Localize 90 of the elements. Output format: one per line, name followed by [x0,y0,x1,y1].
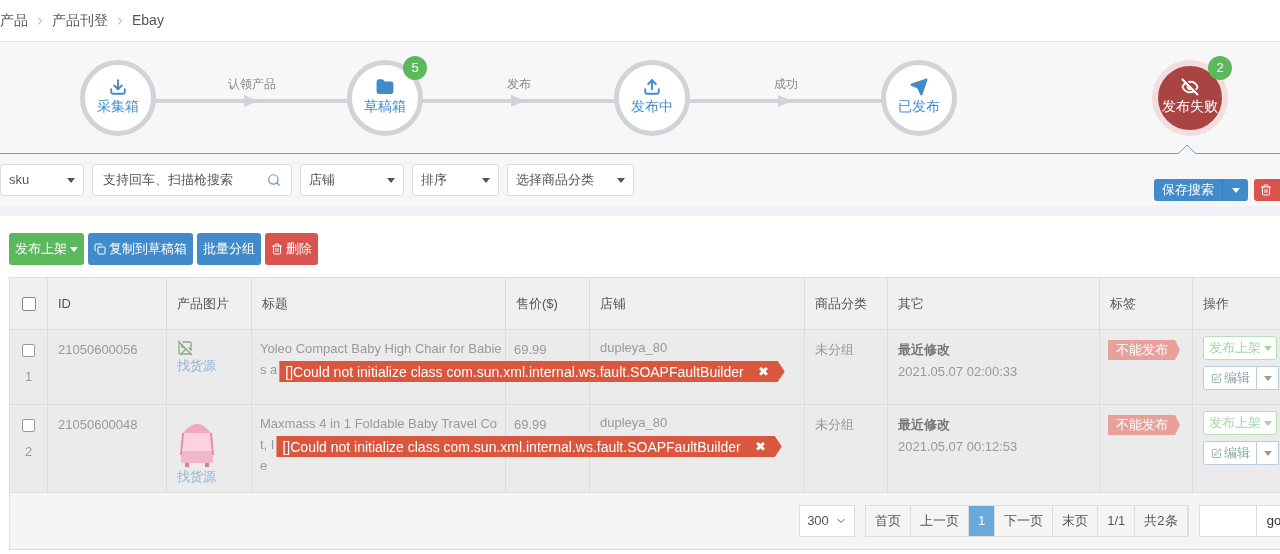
modified-label: 最近修改 [898,416,951,434]
go-button[interactable]: go [1256,505,1280,537]
column-header: 产品图片 [177,294,229,313]
edit-icon [1210,372,1222,384]
table-cell: 69.99 [514,342,547,357]
edit-icon [1210,447,1222,459]
caret-icon [70,246,78,252]
close-icon[interactable]: ✖ [754,437,766,456]
column-header: 商品分类 [815,294,867,313]
column-header: ID [58,294,71,313]
breadcrumb-link[interactable]: Ebay [132,10,164,31]
title-text: e [260,457,269,475]
eye-off-icon [1181,78,1199,96]
broken-image-icon [177,340,193,356]
step-button[interactable]: 采集箱 [80,59,156,136]
table-cell: 未分组 [815,417,854,432]
caret-icon [1231,187,1240,193]
checkbox[interactable] [22,419,35,432]
step-button[interactable]: 已发布 [881,59,957,136]
dropdown-toggle[interactable] [1257,366,1279,390]
table-cell: 未分组 [815,342,854,357]
dropdown-toggle[interactable] [1257,441,1279,465]
page-button[interactable]: 1 [969,506,996,536]
error-tooltip: []Could not initialize class com.sun.xml.internal.ws.fault.SOAPFaultBuilder ✖ [279,361,785,382]
caret-icon [1263,420,1272,426]
table-cell: 21050600056 [58,342,138,357]
count-badge: 5 [403,55,427,80]
action-button[interactable]: 批量分组 [197,233,261,265]
trash-icon [271,243,283,255]
row-number: 2 [24,443,33,461]
table-cell: dupleya_80 [600,415,668,430]
search-icon [267,173,281,187]
title-text: t, I [260,436,275,454]
checkbox[interactable] [22,344,35,357]
caret-icon [67,177,75,183]
search-field[interactable]: 支持回车、扫描枪搜索 [92,164,292,196]
page-input[interactable] [1198,505,1257,537]
table-cell: 69.99 [514,417,547,432]
dropdown[interactable]: 店铺 [300,164,404,196]
upload-icon [643,78,661,96]
column-header: 店铺 [600,294,626,313]
download-icon [109,78,127,96]
folder-icon [376,78,394,96]
status-tag: 不能发布 [1108,340,1180,360]
column-header: 操作 [1203,294,1229,313]
delete-button[interactable] [1254,179,1280,201]
copy-icon [94,243,106,255]
action-button[interactable]: 发布上架 [9,233,84,265]
breadcrumb-link[interactable]: 产品刊登 [52,10,108,31]
title-text: Maxmass 4 in 1 Foldable Baby Travel Co [260,415,497,433]
close-icon[interactable]: ✖ [757,362,769,381]
title-text: s a [260,361,278,379]
column-header: 售价($) [516,294,558,313]
modified-time: 2021.05.07 02:00:33 [898,362,1019,381]
dropdown-toggle[interactable] [1222,179,1248,201]
caret-icon [482,177,490,183]
modified-label: 最近修改 [898,341,951,359]
action-button[interactable]: 删除 [265,233,318,265]
table-cell: dupleya_80 [600,340,668,355]
table-cell: 21050600048 [58,417,138,432]
save-search-button[interactable]: 保存搜索 [1154,179,1222,201]
count-badge: 2 [1208,55,1232,80]
caret-icon [1263,375,1272,381]
checkbox[interactable] [21,296,36,311]
dropdown[interactable]: 排序 [412,164,499,196]
edit-button[interactable]: 编辑 [1203,366,1257,390]
search-input[interactable]: 支持回车、扫描枪搜索 [103,170,267,190]
action-button[interactable]: 复制到草稿箱 [88,233,193,265]
status-tag: 不能发布 [1108,415,1180,435]
modified-time: 2021.05.07 00:12:53 [898,437,1019,456]
dropdown[interactable]: sku [0,164,84,196]
column-header: 其它 [898,294,924,313]
connector-label: 发布 [506,75,531,93]
edit-button[interactable]: 编辑 [1203,441,1257,465]
connector-label: 成功 [773,75,798,93]
paper-plane-icon [910,78,928,96]
dropdown[interactable]: 选择商品分类 [507,164,634,196]
column-header: 标题 [262,294,288,313]
caret-icon [387,177,395,183]
caret-icon [1263,450,1272,456]
caret-icon [1263,345,1272,351]
page-size-select[interactable]: 300 [799,505,855,537]
connector-label: 认领产品 [227,75,276,93]
row-number: 1 [24,368,33,386]
column-header: 标签 [1110,294,1136,313]
caret-icon [617,177,625,183]
error-tooltip: []Could not initialize class com.sun.xml.internal.ws.fault.SOAPFaultBuilder ✖ [276,436,782,457]
step-button[interactable]: 发布中 [614,59,690,136]
breadcrumb-link[interactable]: 产品 [0,10,28,31]
trash-icon [1260,184,1272,196]
